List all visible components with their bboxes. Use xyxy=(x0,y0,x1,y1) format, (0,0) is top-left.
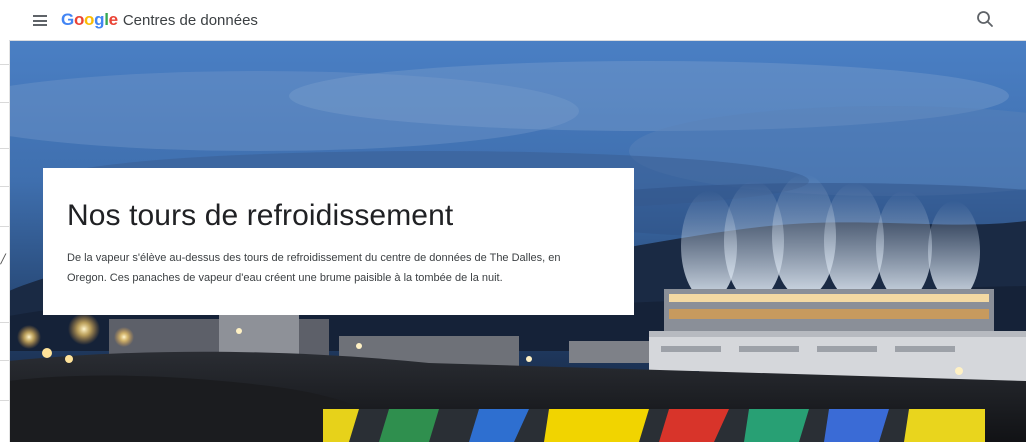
hero-card: Nos tours de refroidissement De la vapeu… xyxy=(43,168,634,315)
hero-description: De la vapeur s'élève au-dessus des tours… xyxy=(67,252,561,284)
strip-glyph: / xyxy=(1,252,6,267)
menu-icon[interactable] xyxy=(33,15,47,26)
hero-title: Nos tours de refroidissement xyxy=(67,199,454,232)
brand-link[interactable]: Google Centres de données xyxy=(61,10,258,30)
search-icon[interactable] xyxy=(976,10,994,28)
site-title: Centres de données xyxy=(122,12,258,29)
background-window-strip: / xyxy=(0,0,10,442)
google-logo: Google xyxy=(61,10,118,29)
site-header: Google Centres de données xyxy=(9,0,1026,41)
